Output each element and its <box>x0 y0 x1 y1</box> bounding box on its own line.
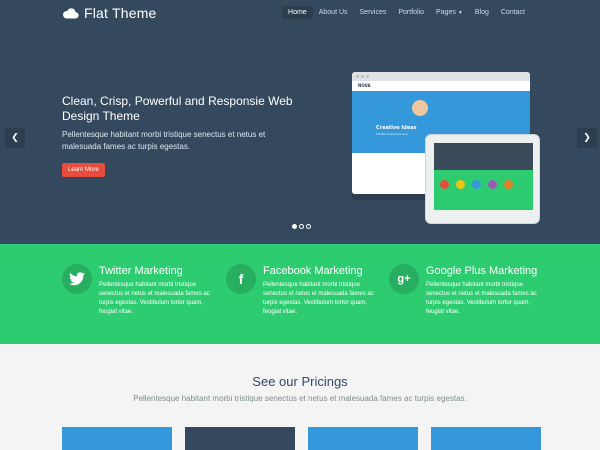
hero-title: Clean, Crisp, Powerful and Responsie Web… <box>62 94 293 123</box>
pricing-title: See our Pricings <box>252 374 348 389</box>
service-text: Pellentesque habitant morbi tristique se… <box>263 282 374 315</box>
facebook-icon: f <box>226 264 256 294</box>
learn-more-button[interactable]: Learn More <box>62 163 105 177</box>
slider-prev-arrow-icon[interactable]: ❮ <box>5 128 25 148</box>
chevron-down-icon: ▼ <box>457 9 463 16</box>
slider-dot[interactable] <box>306 224 311 229</box>
mockup-banner-title: Creative Ideas <box>376 125 417 131</box>
nav-portfolio[interactable]: Portfolio <box>392 6 430 19</box>
pricing-subtitle: Pellentesque habitant morbi tristique se… <box>133 394 467 403</box>
tablet-screen <box>434 143 533 217</box>
main-nav: Home About Us Services Portfolio Pages ▼… <box>282 6 531 19</box>
service-text: Pellentesque habitant morbi tristique se… <box>99 282 210 315</box>
tablet-mockup-image <box>425 134 540 224</box>
mockup-brand: NOVA <box>352 81 530 91</box>
pricing-card[interactable] <box>185 427 295 450</box>
google-plus-icon: g+ <box>389 264 419 294</box>
nav-home[interactable]: Home <box>282 6 313 19</box>
pricing-card[interactable] <box>62 427 172 450</box>
service-title: Facebook Marketing <box>263 265 363 277</box>
hero-slider: ❮ ❯ Clean, Crisp, Powerful and Responsie… <box>0 28 600 244</box>
pricing-card[interactable] <box>308 427 418 450</box>
slider-next-arrow-icon[interactable]: ❯ <box>577 128 597 148</box>
slider-dot[interactable] <box>299 224 304 229</box>
twitter-icon <box>62 264 92 294</box>
service-title: Twitter Marketing <box>99 265 183 277</box>
nav-contact[interactable]: Contact <box>495 6 531 19</box>
nav-pages[interactable]: Pages ▼ <box>430 6 469 19</box>
nav-services[interactable]: Services <box>354 6 393 19</box>
browser-bar <box>352 72 530 81</box>
pricing-section: See our Pricings Pellentesque habitant m… <box>0 344 600 450</box>
slider-dots <box>292 224 311 229</box>
services-section: Twitter Marketing Pellentesque habitant … <box>0 244 600 344</box>
nav-blog[interactable]: Blog <box>469 6 495 19</box>
service-text: Pellentesque habitant morbi tristique se… <box>426 282 537 315</box>
pricing-card[interactable] <box>431 427 541 450</box>
service-title: Google Plus Marketing <box>426 265 538 277</box>
slider-dot[interactable] <box>292 224 297 229</box>
navbar: Flat Theme Home About Us Services Portfo… <box>0 0 600 28</box>
brand-logo[interactable]: Flat Theme <box>62 5 157 21</box>
cloud-icon <box>63 7 79 18</box>
hero-text: Pellentesque habitant morbi tristique se… <box>62 130 266 151</box>
nav-about[interactable]: About Us <box>313 6 354 19</box>
mockup-banner-subtitle: Tooltal audiencia ave <box>376 132 408 136</box>
mockup-person-image <box>412 100 428 116</box>
nav-pages-label: Pages <box>436 9 456 16</box>
brand-name: Flat Theme <box>84 5 157 21</box>
